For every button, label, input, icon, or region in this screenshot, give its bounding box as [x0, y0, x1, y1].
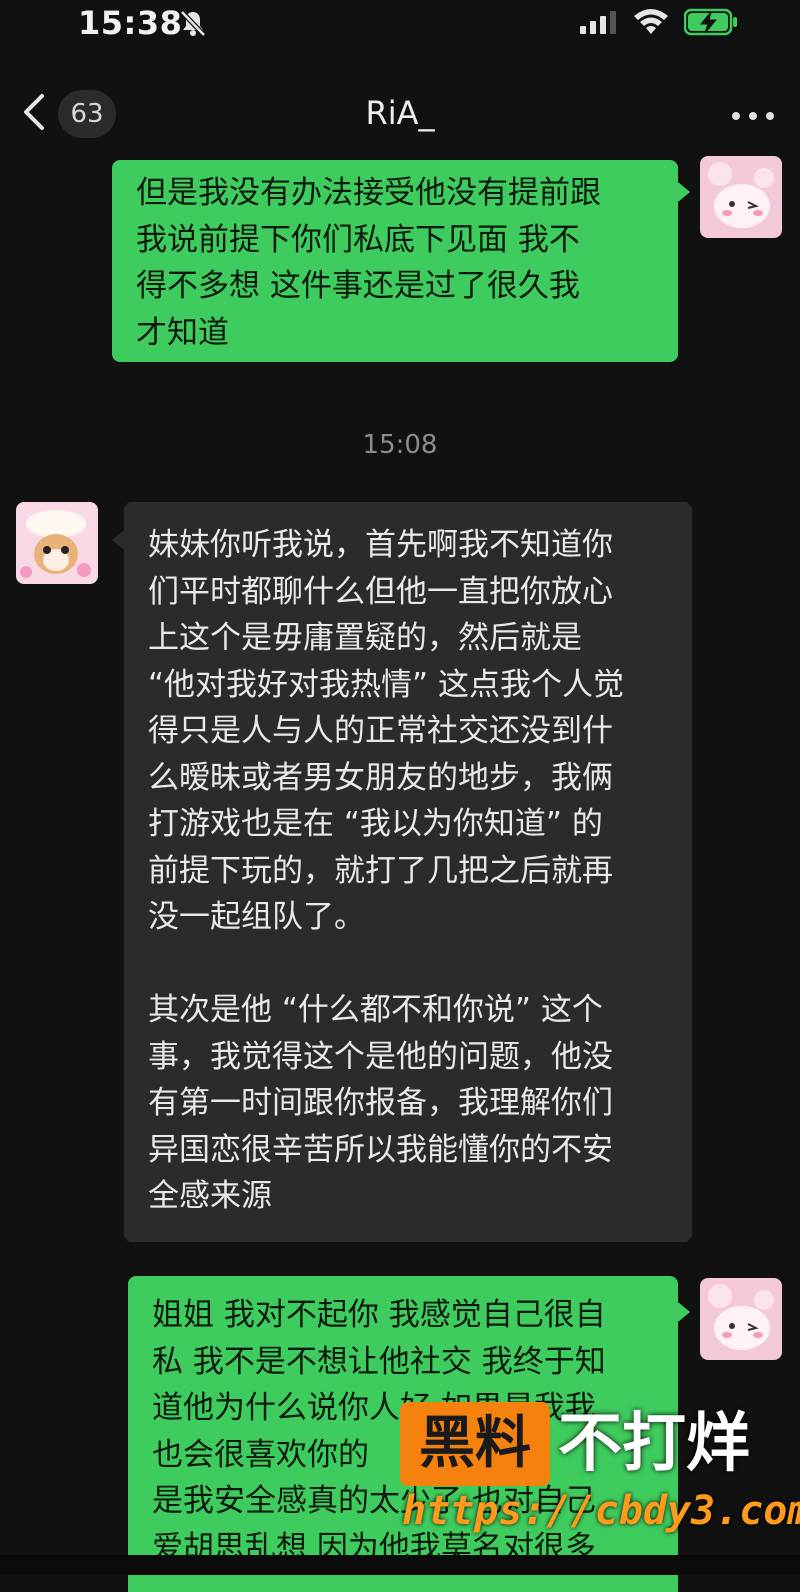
avatar-contact[interactable] [16, 502, 98, 584]
bubble-tail [678, 182, 690, 202]
bell-slash-icon [180, 10, 206, 37]
message-timestamp: 15:08 [362, 430, 438, 460]
chat-title: RiA_ [365, 94, 435, 132]
watermark-logo: 黑料 [400, 1402, 550, 1486]
bottom-edge [0, 1555, 800, 1575]
more-dots-icon[interactable] [730, 100, 776, 128]
status-bar: 15:38 [0, 0, 800, 52]
status-time: 15:38 [78, 4, 183, 42]
bubble-tail [112, 530, 124, 550]
watermark-url: https://cbdy3.com [402, 1488, 800, 1534]
watermark: 黑料 不打烊 https://cbdy3.com [400, 1402, 800, 1562]
wifi-icon [634, 9, 668, 34]
avatar-self[interactable] [700, 1278, 782, 1360]
cell-signal-icon [580, 11, 616, 34]
watermark-tagline: 不打烊 [558, 1407, 750, 1481]
chat-header: 63 RiA_ [0, 70, 800, 158]
bubble-tail [678, 1302, 690, 1322]
message-bubble-incoming[interactable]: 妹妹你听我说，首先啊我不知道你 们平时都聊什么但他一直把你放心 上这个是毋庸置疑… [124, 502, 692, 1242]
battery-charging-icon [684, 8, 737, 36]
message-bubble-outgoing[interactable]: 但是我没有办法接受他没有提前跟 我说前提下你们私底下见面 我不 得不多想 这件事… [112, 160, 678, 362]
avatar-self[interactable] [700, 156, 782, 238]
